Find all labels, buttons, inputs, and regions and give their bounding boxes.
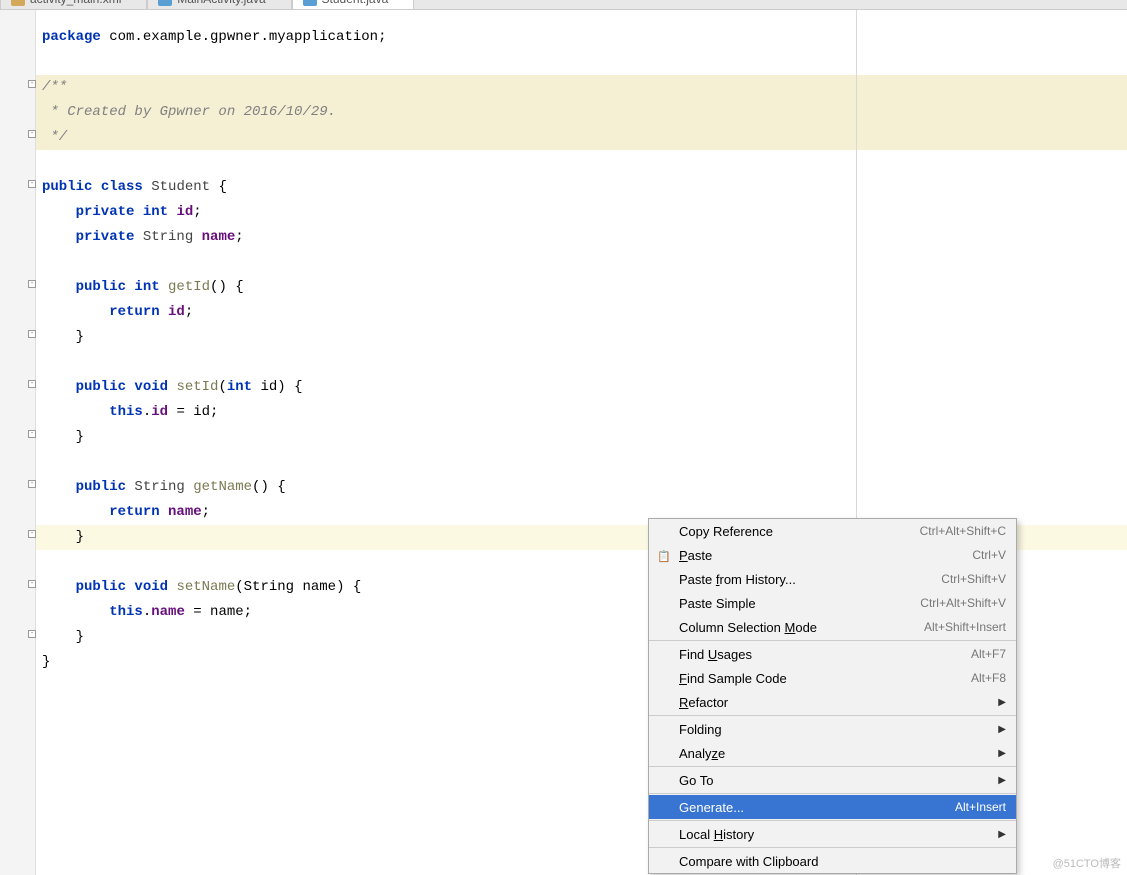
fold-marker-icon[interactable]: -: [28, 280, 36, 288]
code-line: }: [36, 425, 1127, 450]
submenu-arrow-icon: ▶: [998, 724, 1006, 735]
code-line: [36, 350, 1127, 375]
menu-generate[interactable]: Generate...Alt+Insert: [649, 795, 1016, 819]
menu-separator: [649, 847, 1016, 848]
watermark: @51CTO博客: [1053, 855, 1121, 871]
close-icon[interactable]: ×: [397, 0, 403, 4]
tab-activity-main[interactable]: activity_main.xml×: [0, 0, 147, 9]
fold-marker-icon[interactable]: -: [28, 80, 36, 88]
menu-copy-reference[interactable]: Copy ReferenceCtrl+Alt+Shift+C: [649, 519, 1016, 543]
code-line: return id;: [36, 300, 1127, 325]
code-line: /**: [36, 75, 1127, 100]
code-line: */: [36, 125, 1127, 150]
tab-main-activity[interactable]: MainActivity.java×: [147, 0, 291, 9]
java-file-icon: [303, 0, 317, 6]
menu-separator: [649, 793, 1016, 794]
context-menu: Copy ReferenceCtrl+Alt+Shift+C PasteCtrl…: [648, 518, 1017, 874]
submenu-arrow-icon: ▶: [998, 775, 1006, 786]
code-line: [36, 250, 1127, 275]
code-line: public int getId() {: [36, 275, 1127, 300]
menu-separator: [649, 715, 1016, 716]
code-line: public void setId(int id) {: [36, 375, 1127, 400]
menu-separator: [649, 640, 1016, 641]
submenu-arrow-icon: ▶: [998, 829, 1006, 840]
tabs-bar: activity_main.xml× MainActivity.java× St…: [0, 0, 1127, 10]
fold-marker-icon[interactable]: -: [28, 480, 36, 488]
code-line: this.id = id;: [36, 400, 1127, 425]
code-line: [36, 450, 1127, 475]
menu-paste-simple[interactable]: Paste SimpleCtrl+Alt+Shift+V: [649, 591, 1016, 615]
tab-student[interactable]: Student.java×: [292, 0, 415, 9]
gutter[interactable]: - - - - - - - - - - -: [0, 10, 36, 875]
menu-local-history[interactable]: Local History▶: [649, 822, 1016, 846]
menu-go-to[interactable]: Go To▶: [649, 768, 1016, 792]
close-icon[interactable]: ×: [275, 0, 281, 4]
menu-find-sample[interactable]: Find Sample CodeAlt+F8: [649, 666, 1016, 690]
close-icon[interactable]: ×: [130, 0, 136, 4]
menu-find-usages[interactable]: Find UsagesAlt+F7: [649, 642, 1016, 666]
submenu-arrow-icon: ▶: [998, 748, 1006, 759]
fold-marker-icon[interactable]: -: [28, 330, 36, 338]
menu-separator: [649, 820, 1016, 821]
code-line: [36, 50, 1127, 75]
code-line: [36, 150, 1127, 175]
menu-refactor[interactable]: Refactor▶: [649, 690, 1016, 714]
menu-compare-clipboard[interactable]: Compare with Clipboard: [649, 849, 1016, 873]
menu-separator: [649, 766, 1016, 767]
menu-column-selection[interactable]: Column Selection ModeAlt+Shift+Insert: [649, 615, 1016, 639]
code-line: public String getName() {: [36, 475, 1127, 500]
java-file-icon: [158, 0, 172, 6]
menu-paste-history[interactable]: Paste from History...Ctrl+Shift+V: [649, 567, 1016, 591]
menu-analyze[interactable]: Analyze▶: [649, 741, 1016, 765]
xml-file-icon: [11, 0, 25, 6]
fold-marker-icon[interactable]: -: [28, 180, 36, 188]
code-line: private String name;: [36, 225, 1127, 250]
code-line: package com.example.gpwner.myapplication…: [36, 25, 1127, 50]
fold-marker-icon[interactable]: -: [28, 130, 36, 138]
menu-folding[interactable]: Folding▶: [649, 717, 1016, 741]
fold-marker-icon[interactable]: -: [28, 580, 36, 588]
fold-marker-icon[interactable]: -: [28, 380, 36, 388]
code-line: public class Student {: [36, 175, 1127, 200]
fold-marker-icon[interactable]: -: [28, 630, 36, 638]
paste-icon: [657, 548, 671, 562]
menu-paste[interactable]: PasteCtrl+V: [649, 543, 1016, 567]
code-line: }: [36, 325, 1127, 350]
code-line: private int id;: [36, 200, 1127, 225]
fold-marker-icon[interactable]: -: [28, 430, 36, 438]
code-line: * Created by Gpwner on 2016/10/29.: [36, 100, 1127, 125]
submenu-arrow-icon: ▶: [998, 697, 1006, 708]
fold-marker-icon[interactable]: -: [28, 530, 36, 538]
